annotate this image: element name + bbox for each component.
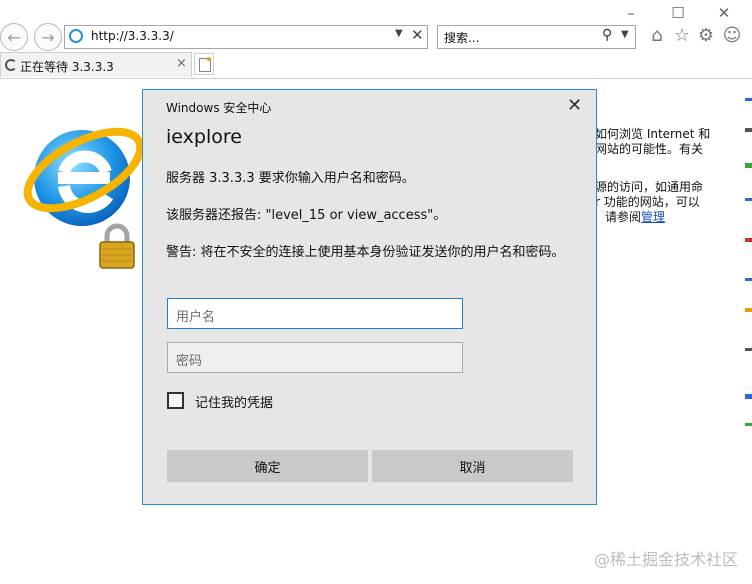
credential-dialog: Windows 安全中心 ✕ iexplore 服务器 3.3.3.3 要求你输… (142, 89, 597, 505)
padlock-icon (99, 223, 135, 269)
auth-request-message: 服务器 3.3.3.3 要求你输入用户名和密码。 (166, 171, 415, 186)
close-window-icon[interactable]: ✕ (713, 4, 735, 22)
remember-credentials-checkbox[interactable] (167, 392, 184, 409)
stop-icon[interactable]: ✕ (411, 26, 424, 44)
forward-arrow-icon: → (41, 27, 55, 47)
background-text-line: 请参阅管理 (605, 208, 665, 225)
tab-close-icon[interactable]: × (176, 56, 187, 71)
partial-page-content (745, 98, 752, 426)
close-icon[interactable]: ✕ (567, 95, 582, 116)
search-dropdown-icon[interactable]: ▼ (621, 29, 629, 40)
tab-title: 正在等待 3.3.3.3 (20, 60, 114, 74)
server-realm-message: 该服务器还报告: "level_15 or view_access"。 (166, 208, 447, 223)
loading-spinner-icon (5, 59, 17, 71)
watermark: @稀土掘金技术社区 (594, 550, 739, 569)
basic-auth-warning: 警告: 将在不安全的连接上使用基本身份验证发送你的用户名和密码。 (166, 245, 565, 260)
internet-explorer-logo (23, 127, 145, 226)
password-input[interactable]: 密码 (167, 342, 463, 373)
address-bar[interactable]: http://3.3.3.3/ ▼ ✕ (64, 25, 428, 49)
username-placeholder: 用户名 (176, 310, 216, 325)
favorites-star-icon[interactable]: ☆ (671, 25, 693, 47)
background-text-line: 网站的可能性。有关 (595, 142, 704, 156)
search-icon[interactable]: ⚲ (602, 27, 612, 43)
password-placeholder: 密码 (176, 354, 203, 369)
ok-button[interactable]: 确定 (167, 450, 368, 482)
maximize-icon[interactable]: ☐ (667, 4, 689, 22)
remember-credentials-label[interactable]: 记住我的凭据 (195, 392, 273, 411)
manage-link[interactable]: 管理 (641, 210, 665, 224)
smiley-feedback-icon[interactable]: ☺ (721, 25, 743, 47)
background-text-prefix: 请参阅 (605, 210, 642, 224)
back-button[interactable]: ← (0, 23, 28, 51)
search-placeholder: 搜索... (444, 31, 480, 45)
home-icon[interactable]: ⌂ (646, 25, 668, 47)
forward-button[interactable]: → (34, 23, 62, 51)
dialog-app-name: iexplore (166, 126, 242, 148)
address-url: http://3.3.3.3/ (91, 29, 174, 43)
gear-icon[interactable]: ⚙ (695, 25, 717, 47)
search-box[interactable]: 搜索... ⚲ ▼ (437, 25, 636, 49)
cancel-button-label: 取消 (459, 460, 486, 476)
address-dropdown-icon[interactable]: ▼ (395, 28, 403, 39)
minimize-icon[interactable]: – (620, 4, 642, 22)
cancel-button[interactable]: 取消 (372, 450, 573, 482)
username-input[interactable]: 用户名 (167, 298, 463, 329)
sparkle-icon: ✷ (205, 55, 212, 64)
tab-active[interactable]: 正在等待 3.3.3.3 × (0, 52, 192, 77)
back-arrow-icon: ← (7, 27, 21, 47)
dialog-title: Windows 安全中心 (166, 101, 272, 115)
new-tab-button[interactable]: ✷ (194, 53, 214, 75)
ie-page-icon (69, 29, 83, 43)
ok-button-label: 确定 (254, 460, 281, 476)
